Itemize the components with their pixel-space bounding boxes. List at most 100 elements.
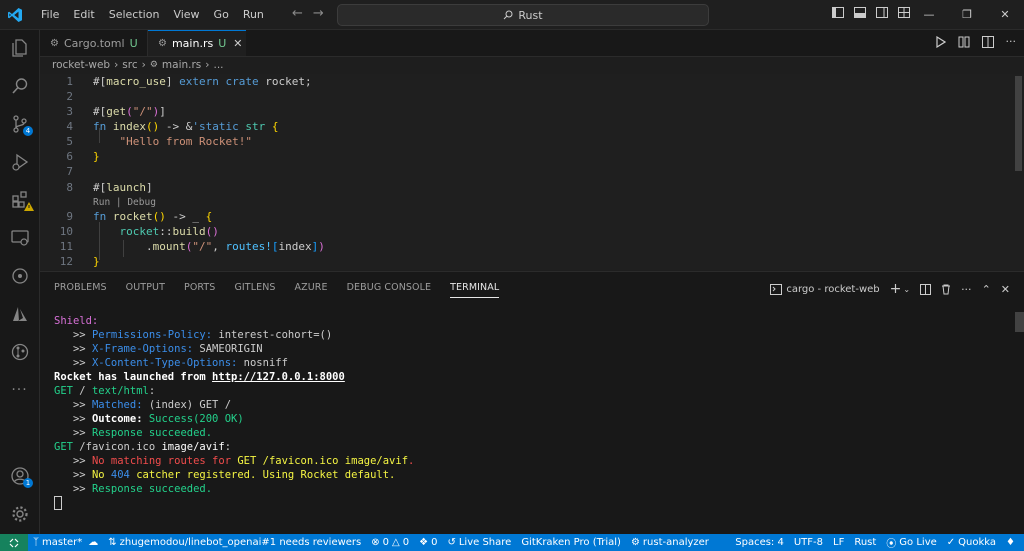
quokka-status[interactable]: ✓ Quokka: [942, 537, 1001, 548]
encoding-status[interactable]: UTF-8: [789, 537, 828, 548]
split-editor-icon[interactable]: [981, 36, 994, 48]
source-control-icon[interactable]: 4: [0, 106, 39, 142]
menu-go[interactable]: Go: [207, 0, 236, 29]
code-line: 1 #[macro_use] extern crate rocket;: [66, 75, 312, 88]
maximize-panel-icon[interactable]: ⌃: [982, 283, 991, 296]
code-line: 9 fn rocket() -> _ {: [66, 210, 213, 223]
panel-tab-problems[interactable]: PROBLEMS: [54, 282, 107, 298]
panel-tab-azure[interactable]: AZURE: [295, 282, 328, 298]
language-status[interactable]: Rust: [849, 537, 881, 548]
encoding-label: UTF-8: [793, 537, 823, 548]
manage-gear-icon[interactable]: [0, 496, 39, 532]
codelens[interactable]: Run | Debug: [93, 196, 156, 209]
rust-analyzer-status[interactable]: ⚙ rust-analyzer: [626, 537, 714, 548]
tab-cargo-toml[interactable]: ⚙ Cargo.toml U: [40, 30, 148, 56]
rust-analyzer-label: rust-analyzer: [642, 537, 709, 548]
terminal-output[interactable]: Shield: >> Permissions-Policy: interest-…: [54, 314, 414, 510]
command-center-search[interactable]: Rust: [337, 4, 709, 26]
tab-label: main.rs: [171, 37, 214, 50]
extensions-icon[interactable]: [0, 182, 39, 218]
gitkraken-status[interactable]: GitKraken Pro (Trial): [516, 537, 626, 548]
check-icon: ✓: [946, 537, 956, 548]
run-file-icon[interactable]: [935, 36, 946, 48]
indentation-status[interactable]: Spaces: 4: [730, 537, 789, 548]
azure-icon[interactable]: [0, 296, 39, 332]
menu-edit[interactable]: Edit: [66, 0, 101, 29]
search-icon[interactable]: [0, 68, 39, 104]
menu-run[interactable]: Run: [236, 0, 271, 29]
accounts-icon[interactable]: 1: [0, 458, 39, 494]
editor-tabs: ⚙ Cargo.toml U ⚙ main.rs U ✕ ···: [40, 30, 1024, 57]
back-arrow-icon[interactable]: ←: [292, 6, 303, 21]
notifications-status[interactable]: ♦: [1001, 537, 1020, 548]
minimize-icon[interactable]: —: [910, 0, 948, 29]
more-icon[interactable]: ···: [0, 372, 39, 408]
live-share-status[interactable]: ↺ Live Share: [442, 537, 516, 548]
code-line: 12}: [59, 255, 100, 268]
codelens-run-debug[interactable]: Run | Debug: [93, 197, 156, 208]
menu-selection[interactable]: Selection: [102, 0, 167, 29]
menu-file[interactable]: File: [34, 0, 66, 29]
tab-status: U: [129, 36, 138, 50]
terminal-scrollbar-thumb[interactable]: [1015, 312, 1024, 332]
ports-status[interactable]: ❖ 0: [414, 537, 442, 548]
gitlens-icon[interactable]: [0, 258, 39, 294]
new-terminal-icon[interactable]: +: [890, 281, 902, 297]
code-line: 11 .mount("/", routes![index]): [59, 240, 325, 253]
explorer-icon[interactable]: [0, 30, 39, 66]
menu-view[interactable]: View: [166, 0, 206, 29]
panel-tab-debug-console[interactable]: DEBUG CONSOLE: [347, 282, 432, 298]
warning-icon: △: [392, 537, 400, 548]
breadcrumb-item[interactable]: main.rs: [162, 59, 201, 71]
warning-count: 0: [402, 537, 410, 548]
code-editor[interactable]: 1 #[macro_use] extern crate rocket; 2 3 #[…: [40, 74, 1024, 270]
terminal-line: >> X-Frame-Options: SAMEORIGIN: [54, 343, 263, 355]
eol-status[interactable]: LF: [828, 537, 849, 548]
close-tab-icon[interactable]: ✕: [233, 37, 242, 50]
remote-explorer-icon[interactable]: [0, 220, 39, 256]
problems-status[interactable]: ⊗ 0 △ 0: [366, 537, 414, 548]
terminal-line: [54, 496, 414, 510]
live-share-label: Live Share: [458, 537, 512, 548]
toggle-primary-sidebar-icon[interactable]: [832, 7, 844, 18]
breadcrumb-item[interactable]: ...: [213, 59, 223, 71]
forward-arrow-icon[interactable]: →: [313, 6, 324, 21]
panel-tab-ports[interactable]: PORTS: [184, 282, 215, 298]
code-line: 5 "Hello from Rocket!": [66, 135, 252, 148]
tab-main-rs[interactable]: ⚙ main.rs U ✕: [148, 30, 246, 56]
more-actions-icon[interactable]: ···: [961, 283, 972, 296]
terminal-instance-selector[interactable]: cargo - rocket-web: [770, 283, 880, 295]
code-line: 4 fn index() -> &'static str {: [66, 120, 279, 133]
code-line: 10 rocket::build(): [59, 225, 219, 238]
trash-icon[interactable]: [941, 284, 951, 295]
more-actions-icon[interactable]: ···: [1006, 36, 1017, 48]
go-live-status[interactable]: ⦿ Go Live: [881, 535, 941, 550]
pull-request-status[interactable]: ⇅ zhugemodou/linebot_openai#1 needs revi…: [103, 537, 366, 548]
close-panel-icon[interactable]: ✕: [1001, 283, 1010, 296]
panel-tab-gitlens[interactable]: GITLENS: [234, 282, 275, 298]
editor-scrollbar[interactable]: [1012, 74, 1024, 270]
breadcrumb-item[interactable]: rocket-web: [52, 59, 110, 71]
compare-changes-icon[interactable]: [958, 36, 970, 48]
panel-tab-output[interactable]: OUTPUT: [126, 282, 165, 298]
toggle-panel-icon[interactable]: [854, 7, 866, 18]
sync-icon[interactable]: ☁: [88, 537, 98, 548]
chevron-right-icon: ›: [114, 59, 119, 71]
customize-layout-icon[interactable]: [898, 7, 910, 18]
scrollbar-thumb[interactable]: [1015, 76, 1022, 171]
search-text: Rust: [518, 8, 543, 22]
run-debug-icon[interactable]: [0, 144, 39, 180]
live-share-icon: ↺: [447, 537, 456, 548]
breadcrumb-item[interactable]: src: [122, 59, 137, 71]
panel-tab-terminal[interactable]: TERMINAL: [450, 282, 500, 298]
remote-indicator-icon[interactable]: [0, 534, 28, 551]
restore-icon[interactable]: ❐: [948, 0, 986, 29]
chevron-down-icon[interactable]: ⌄: [903, 285, 910, 294]
branch-status[interactable]: ᛉ master* ☁: [28, 537, 103, 548]
toggle-secondary-sidebar-icon[interactable]: [876, 7, 888, 18]
close-window-icon[interactable]: ✕: [986, 0, 1024, 29]
vscode-logo-icon: [0, 0, 29, 29]
split-terminal-icon[interactable]: [920, 283, 932, 295]
git-graph-icon[interactable]: [0, 334, 39, 370]
terminal-line: GET /favicon.ico image/avif:: [54, 441, 232, 453]
